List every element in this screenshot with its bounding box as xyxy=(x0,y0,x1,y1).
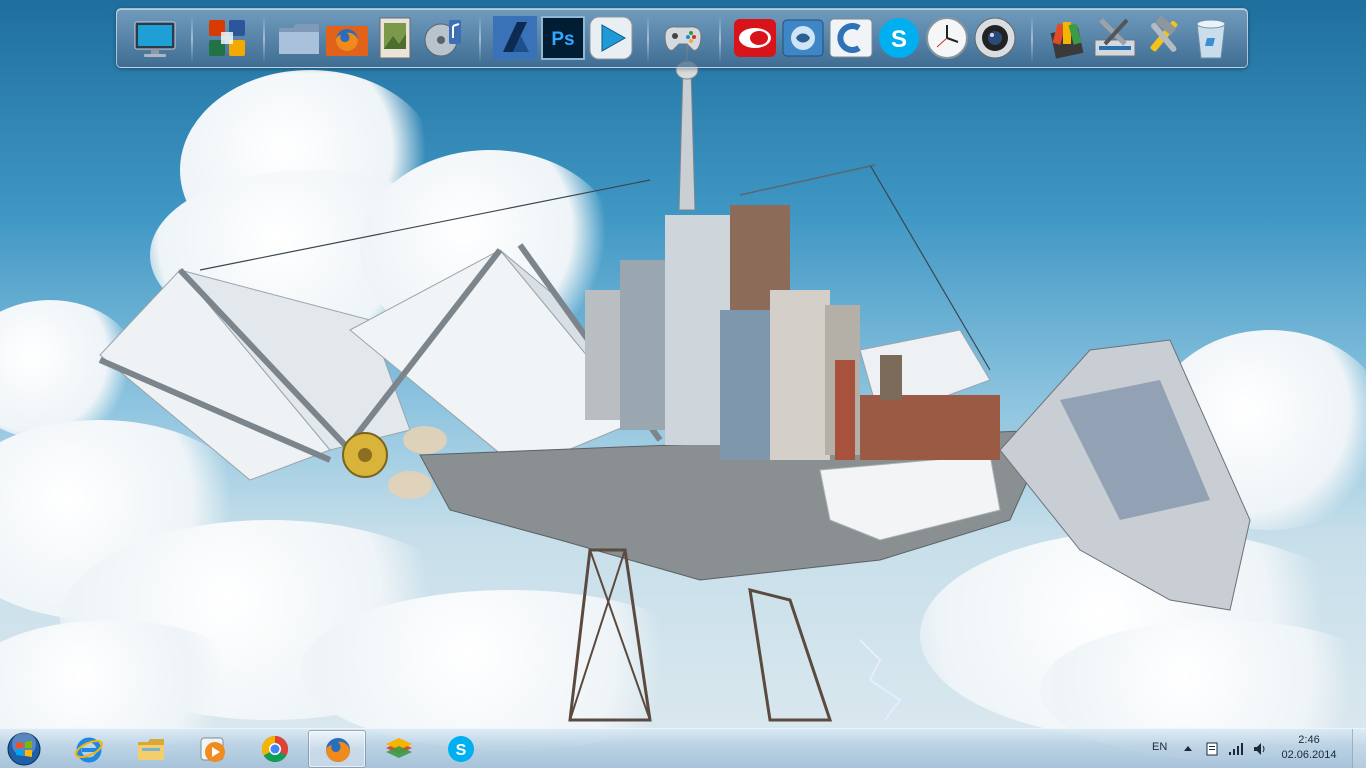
desktop-wallpaper xyxy=(0,0,1366,768)
dock-separator xyxy=(479,15,481,63)
taskbar-chrome[interactable] xyxy=(246,730,304,768)
taskbar-firefox[interactable] xyxy=(308,730,366,768)
computer-monitor-icon[interactable] xyxy=(131,14,179,62)
finder-app-icon[interactable] xyxy=(779,14,827,62)
language-indicator[interactable]: EN xyxy=(1152,741,1167,753)
internet-explorer-icon xyxy=(75,737,103,763)
taskbar-skype[interactable]: S xyxy=(432,730,490,768)
ccleaner-icon[interactable] xyxy=(827,14,875,62)
media-player-icon[interactable] xyxy=(587,14,635,62)
clock-date: 02.06.2014 xyxy=(1281,749,1337,761)
firefox-folder-icon[interactable] xyxy=(323,14,371,62)
photoshop-icon[interactable]: Ps xyxy=(539,14,587,62)
chrome-icon xyxy=(261,735,289,763)
dock-separator xyxy=(719,15,721,63)
clock-time: 2:46 xyxy=(1298,734,1320,746)
folder-icon[interactable] xyxy=(275,14,323,62)
hammer-wrench-icon[interactable] xyxy=(1139,14,1187,62)
autodesk-icon[interactable] xyxy=(491,14,539,62)
volume-icon[interactable] xyxy=(1252,741,1268,757)
stacked-apps-icon[interactable] xyxy=(1043,14,1091,62)
explorer-folder-icon xyxy=(138,739,164,760)
skype-label: S xyxy=(456,742,467,759)
game-controller-icon[interactable] xyxy=(659,14,707,62)
skype-icon: S xyxy=(448,736,474,762)
clock-icon[interactable] xyxy=(923,14,971,62)
media-player-icon xyxy=(200,737,225,762)
network-signal-icon[interactable] xyxy=(1228,741,1244,757)
camera-lens-icon[interactable] xyxy=(971,14,1019,62)
dock-separator xyxy=(263,15,265,63)
dock-separator xyxy=(191,15,193,63)
taskbar-internet-explorer[interactable] xyxy=(60,730,118,768)
top-dock: Ps S xyxy=(116,8,1248,68)
taskbar-media-player[interactable] xyxy=(184,730,242,768)
system-clock[interactable]: 2:46 02.06.2014 xyxy=(1278,733,1340,763)
show-hidden-icons-chevron[interactable] xyxy=(1180,741,1196,757)
cloud-red-app-icon[interactable] xyxy=(731,14,779,62)
system-tools-icon[interactable] xyxy=(1091,14,1139,62)
action-center-icon[interactable] xyxy=(1204,741,1220,757)
photo-viewer-icon[interactable] xyxy=(371,14,419,62)
skype-icon[interactable]: S xyxy=(875,14,923,62)
bluestacks-icon xyxy=(386,738,412,758)
skype-label: S xyxy=(891,26,907,53)
taskbar: S EN 2:46 02.06.2014 xyxy=(0,728,1366,768)
taskbar-bluestacks[interactable] xyxy=(370,730,428,768)
music-player-icon[interactable] xyxy=(419,14,467,62)
start-button[interactable] xyxy=(4,730,44,768)
taskbar-windows-explorer[interactable] xyxy=(122,730,180,768)
dock-separator xyxy=(647,15,649,63)
recycle-bin-icon[interactable] xyxy=(1187,14,1235,62)
floating-city-illustration xyxy=(98,40,1251,722)
dock-separator xyxy=(1031,15,1033,63)
office-apps-icon[interactable] xyxy=(203,14,251,62)
firefox-icon xyxy=(326,738,350,762)
photoshop-label: Ps xyxy=(551,29,574,50)
show-desktop-button[interactable] xyxy=(1352,729,1366,768)
